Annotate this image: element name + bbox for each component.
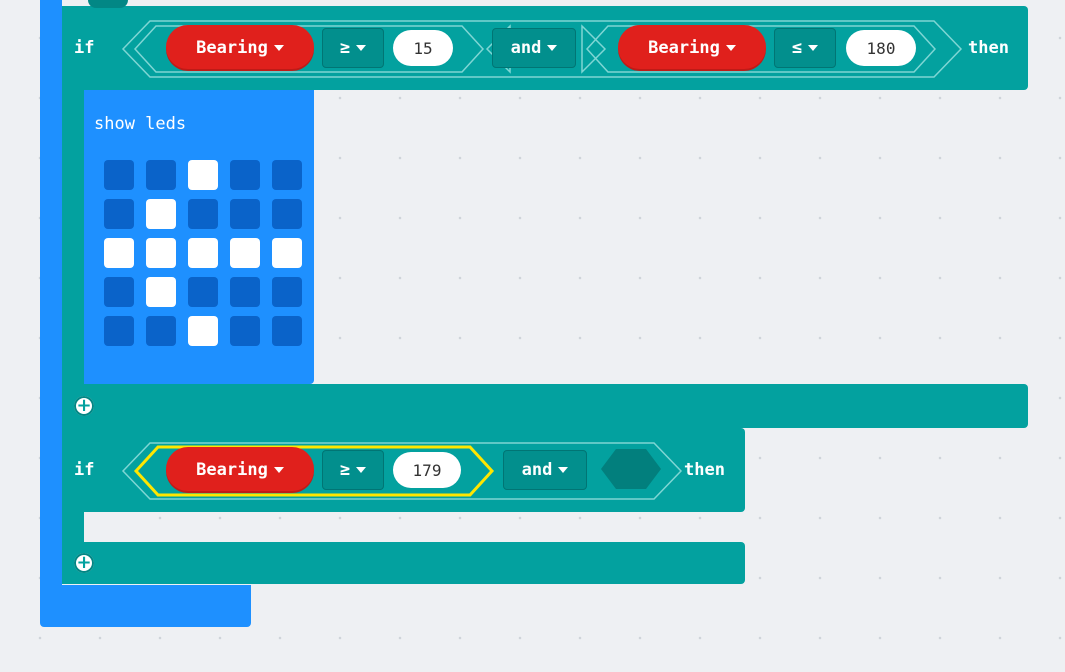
if-1-right-variable[interactable]: Bearing	[618, 25, 766, 71]
led-cell[interactable]	[104, 160, 134, 190]
variable-label: Bearing	[648, 38, 720, 58]
caret-down-icon	[356, 467, 367, 473]
join-label: and	[510, 38, 542, 58]
led-cell[interactable]	[188, 238, 218, 268]
if-1-left-value-input[interactable]: 15	[393, 30, 453, 66]
led-cell[interactable]	[272, 199, 302, 229]
caret-down-icon	[273, 45, 284, 51]
if-block-1-footer	[62, 384, 1028, 428]
if-2-left-operator[interactable]: ≥	[322, 450, 384, 490]
led-cell[interactable]	[188, 199, 218, 229]
if-1-left-variable[interactable]: Bearing	[166, 25, 314, 71]
if-block-2-footer	[62, 542, 745, 584]
led-cell[interactable]	[146, 199, 176, 229]
led-cell[interactable]	[272, 277, 302, 307]
led-cell[interactable]	[146, 238, 176, 268]
outer-blue-block-bottom[interactable]	[40, 585, 251, 627]
caret-down-icon	[558, 467, 569, 473]
if-1-then-label: then	[968, 38, 1009, 58]
if-2-empty-boolean-slot[interactable]	[600, 448, 662, 490]
led-cell[interactable]	[104, 316, 134, 346]
led-cell[interactable]	[188, 316, 218, 346]
if-1-left-operator[interactable]: ≥	[322, 28, 384, 68]
caret-down-icon	[356, 45, 367, 51]
led-cell[interactable]	[230, 238, 260, 268]
led-cell[interactable]	[230, 316, 260, 346]
if-block-2-arm	[62, 510, 84, 546]
led-cell[interactable]	[146, 277, 176, 307]
caret-down-icon	[808, 45, 819, 51]
if-2-label: if	[74, 460, 95, 480]
if-2-join-operator[interactable]: and	[503, 450, 587, 490]
led-cell[interactable]	[188, 160, 218, 190]
led-cell[interactable]	[272, 160, 302, 190]
if-1-label: if	[74, 38, 95, 58]
if-block-1-notch	[88, 0, 128, 8]
join-label: and	[521, 460, 553, 480]
led-cell[interactable]	[188, 277, 218, 307]
led-cell[interactable]	[104, 277, 134, 307]
if-1-right-operator[interactable]: ≤	[774, 28, 836, 68]
led-cell[interactable]	[104, 199, 134, 229]
if-2-left-variable[interactable]: Bearing	[166, 447, 314, 493]
led-cell[interactable]	[272, 316, 302, 346]
caret-down-icon	[725, 45, 736, 51]
outer-blue-block[interactable]	[40, 0, 62, 625]
led-cell[interactable]	[230, 277, 260, 307]
plus-circle-icon[interactable]: +	[74, 396, 94, 416]
plus-circle-icon[interactable]: +	[74, 553, 94, 573]
if-1-right-value-input[interactable]: 180	[846, 30, 916, 66]
if-2-then-label: then	[684, 460, 725, 480]
operator-label: ≥	[339, 460, 351, 480]
caret-down-icon	[273, 467, 284, 473]
operator-label: ≥	[339, 38, 351, 58]
led-grid[interactable]	[104, 160, 304, 352]
led-cell[interactable]	[104, 238, 134, 268]
led-cell[interactable]	[146, 160, 176, 190]
if-block-1-arm	[62, 88, 84, 388]
show-leds-label: show leds	[94, 114, 187, 134]
operator-label: ≤	[791, 38, 803, 58]
caret-down-icon	[547, 45, 558, 51]
if-1-join-operator[interactable]: and	[492, 28, 576, 68]
variable-label: Bearing	[196, 38, 268, 58]
if-2-left-value-input[interactable]: 179	[393, 452, 461, 488]
led-cell[interactable]	[230, 160, 260, 190]
variable-label: Bearing	[196, 460, 268, 480]
led-cell[interactable]	[230, 199, 260, 229]
if-2-empty-statement-slot[interactable]	[84, 512, 144, 542]
led-cell[interactable]	[272, 238, 302, 268]
led-cell[interactable]	[146, 316, 176, 346]
